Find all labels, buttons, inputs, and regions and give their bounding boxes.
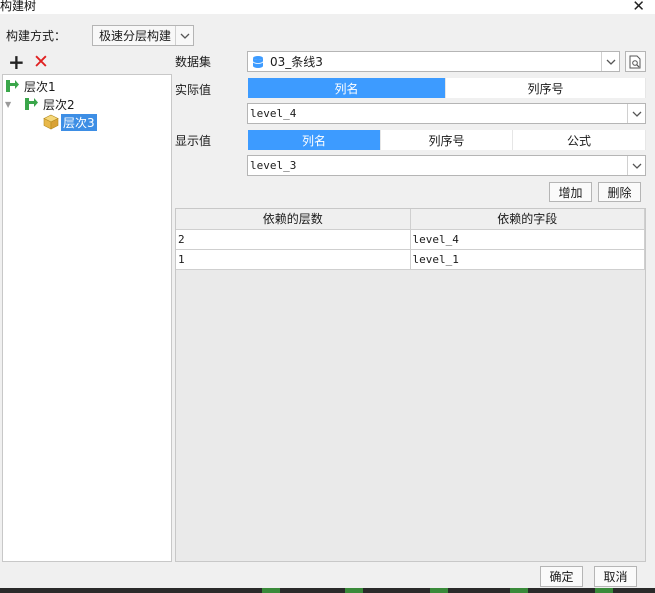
- build-mode-label: 构建方式：: [6, 29, 67, 43]
- dependency-table: 依赖的层数 依赖的字段 2 level_4 1 level_1: [176, 209, 645, 270]
- display-value-label: 显示值: [175, 134, 212, 148]
- display-tab-column-index[interactable]: 列序号: [381, 130, 513, 150]
- actual-tab-column-index[interactable]: 列序号: [446, 78, 646, 98]
- ok-button[interactable]: 确定: [540, 566, 583, 587]
- chevron-down-icon: [175, 26, 193, 45]
- build-mode-dropdown[interactable]: 极速分层构建: [92, 25, 194, 46]
- chevron-down-icon: [627, 156, 645, 175]
- cube-icon: [43, 114, 59, 130]
- tree-item-label: 层次1: [24, 79, 56, 94]
- build-mode-value: 极速分层构建: [99, 29, 172, 43]
- actual-value-label: 实际值: [175, 83, 212, 97]
- tree-item-level-3[interactable]: 层次3: [43, 113, 97, 131]
- preview-dataset-button[interactable]: [625, 51, 646, 72]
- add-dependency-button[interactable]: 增加: [549, 182, 592, 202]
- display-value-dropdown[interactable]: level_3: [247, 155, 646, 176]
- dataset-dropdown[interactable]: 03_条线3: [247, 51, 620, 72]
- tree-item-label: 层次2: [43, 97, 75, 112]
- dataset-label: 数据集: [175, 55, 212, 69]
- column-header[interactable]: 依赖的字段: [410, 209, 645, 230]
- tree-branch-icon: [25, 98, 38, 110]
- delete-dependency-button[interactable]: 删除: [598, 182, 641, 202]
- tree-item-label: 层次3: [61, 113, 97, 131]
- add-level-button[interactable]: +: [8, 52, 25, 72]
- expand-triangle-icon[interactable]: ▼: [5, 100, 15, 109]
- table-row[interactable]: 2 level_4: [176, 229, 645, 250]
- actual-value-tabs: 列名 列序号: [248, 78, 646, 98]
- actual-value-field: level_4: [250, 107, 297, 120]
- delete-level-button[interactable]: ✕: [33, 52, 49, 72]
- column-header[interactable]: 依赖的层数: [176, 209, 411, 230]
- table-row[interactable]: 1 level_1: [176, 249, 645, 270]
- cancel-button[interactable]: 取消: [594, 566, 637, 587]
- tree-item-level-1[interactable]: 层次1: [4, 77, 58, 95]
- chevron-down-icon: [601, 52, 619, 71]
- display-tab-formula[interactable]: 公式: [513, 130, 646, 150]
- window-title: 构建树: [0, 0, 37, 13]
- tree-branch-icon: [6, 80, 19, 92]
- table-cell[interactable]: 1: [176, 249, 411, 270]
- display-tab-column-name[interactable]: 列名: [248, 130, 381, 150]
- preview-icon: [629, 55, 641, 68]
- table-cell[interactable]: level_1: [410, 249, 645, 270]
- dataset-value: 03_条线3: [270, 55, 323, 69]
- background-strip: [0, 588, 655, 593]
- tree-item-level-2[interactable]: ▼ 层次2: [5, 95, 77, 113]
- display-value-tabs: 列名 列序号 公式: [248, 130, 646, 150]
- chevron-down-icon: [627, 104, 645, 123]
- table-cell[interactable]: 2: [176, 229, 411, 250]
- display-value-field: level_3: [250, 159, 297, 172]
- table-header-row: 依赖的层数 依赖的字段: [176, 209, 645, 230]
- title-bar: [0, 0, 655, 14]
- level-tree[interactable]: 层次1 ▼ 层次2 层次3: [2, 74, 172, 562]
- table-cell[interactable]: level_4: [410, 229, 645, 250]
- close-icon[interactable]: ✕: [632, 0, 645, 15]
- database-icon: [252, 55, 264, 68]
- actual-value-dropdown[interactable]: level_4: [247, 103, 646, 124]
- actual-tab-column-name[interactable]: 列名: [248, 78, 446, 98]
